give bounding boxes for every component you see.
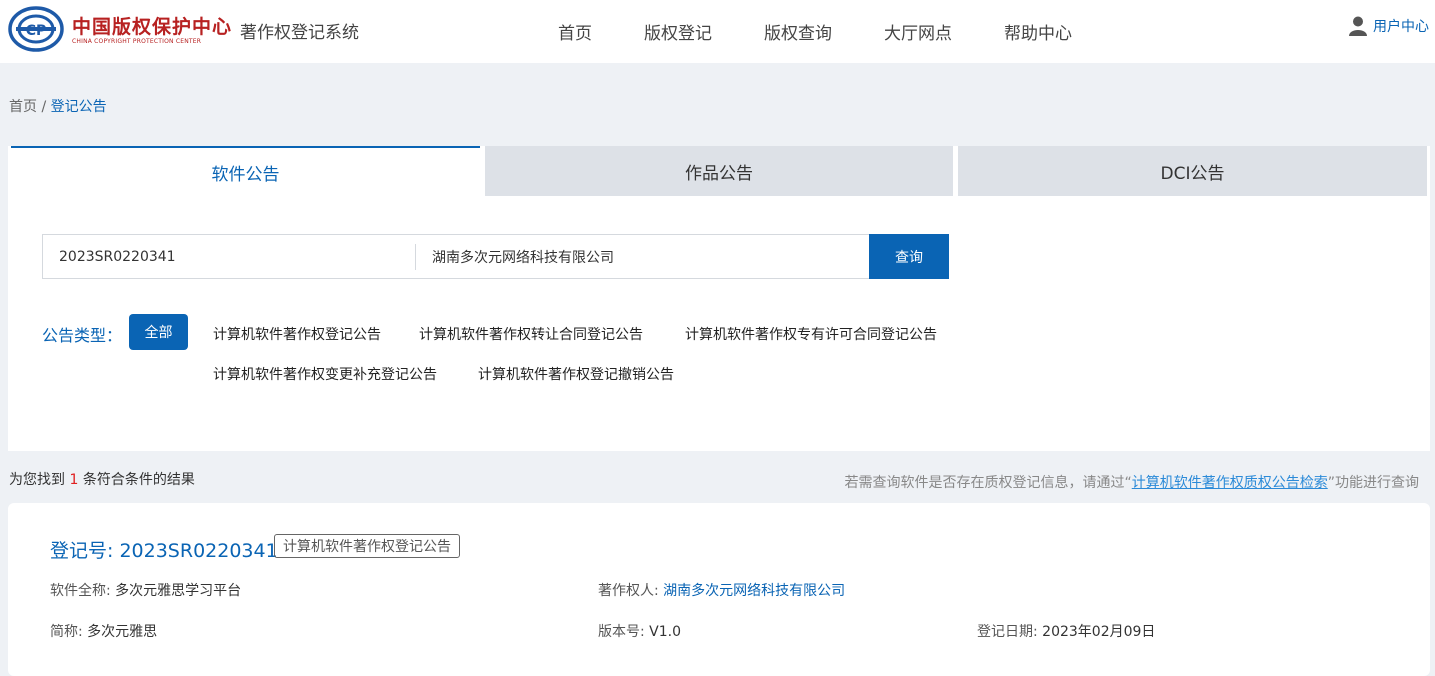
nav-service-halls[interactable]: 大厅网点 bbox=[884, 19, 952, 44]
result-count: 1 bbox=[69, 472, 79, 488]
short-name-label: 简称: bbox=[50, 624, 88, 640]
query-button[interactable]: 查询 bbox=[869, 234, 949, 279]
top-header: CP 中国版权保护中心 CHINA COPYRIGHT PROTECTION C… bbox=[0, 0, 1435, 63]
result-summary: 为您找到 1 条符合条件的结果 bbox=[9, 469, 195, 489]
nav-help-center[interactable]: 帮助中心 bbox=[1004, 19, 1072, 44]
owner-label: 著作权人: bbox=[598, 583, 664, 599]
hint-prefix: 若需查询软件是否存在质权登记信息，请通过“ bbox=[844, 475, 1132, 491]
filter-change-supplement[interactable]: 计算机软件著作权变更补充登记公告 bbox=[213, 364, 437, 384]
filter-exclusive-license[interactable]: 计算机软件著作权专有许可合同登记公告 bbox=[685, 324, 937, 344]
copyright-owner: 著作权人: 湖南多次元网络科技有限公司 bbox=[598, 580, 845, 600]
nav-home[interactable]: 首页 bbox=[558, 19, 592, 44]
breadcrumb: 首页 / 登记公告 bbox=[9, 96, 107, 116]
version-label: 版本号: bbox=[598, 624, 650, 640]
nav-copyright-register[interactable]: 版权登记 bbox=[644, 19, 712, 44]
date-label: 登记日期: bbox=[977, 624, 1043, 640]
owner-link[interactable]: 湖南多次元网络科技有限公司 bbox=[663, 583, 845, 599]
summary-prefix: 为您找到 bbox=[9, 472, 65, 488]
registration-number-input[interactable] bbox=[43, 235, 415, 278]
breadcrumb-current: 登记公告 bbox=[50, 99, 107, 115]
version-number: 版本号: V1.0 bbox=[598, 621, 681, 641]
copyright-owner-input[interactable] bbox=[416, 235, 856, 278]
announcement-type-tag: 计算机软件著作权登记公告 bbox=[274, 534, 460, 558]
reg-number: 2023SR0220341 bbox=[119, 540, 278, 562]
filter-revocation[interactable]: 计算机软件著作权登记撤销公告 bbox=[478, 364, 674, 384]
logo-chinese-name: 中国版权保护中心 bbox=[72, 16, 233, 38]
pledge-announcement-search-link[interactable]: 计算机软件著作权质权公告检索 bbox=[1132, 475, 1328, 491]
user-center-label: 用户中心 bbox=[1373, 19, 1429, 35]
reg-label: 登记号: bbox=[50, 540, 120, 562]
system-name: 著作权登记系统 bbox=[240, 23, 359, 43]
ccpc-logo-icon[interactable]: CP bbox=[8, 6, 64, 52]
filter-transfer-contract[interactable]: 计算机软件著作权转让合同登记公告 bbox=[419, 324, 643, 344]
full-name-label: 软件全称: bbox=[50, 583, 116, 599]
short-name-value: 多次元雅思 bbox=[87, 624, 158, 640]
search-panel: 软件公告 作品公告 DCI公告 查询 公告类型： 全部 计算机软件著作权登记公告… bbox=[8, 146, 1430, 451]
logo-english-name: CHINA COPYRIGHT PROTECTION CENTER bbox=[72, 38, 202, 45]
user-center-link[interactable]: 用户中心 bbox=[1349, 16, 1429, 36]
software-full-name: 软件全称: 多次元雅思学习平台 bbox=[50, 580, 241, 600]
breadcrumb-home[interactable]: 首页 bbox=[9, 99, 37, 115]
tab-dci-announcement[interactable]: DCI公告 bbox=[958, 146, 1427, 196]
summary-suffix: 条符合条件的结果 bbox=[82, 472, 195, 488]
registration-number-title[interactable]: 登记号: 2023SR0220341 bbox=[50, 536, 278, 563]
full-name-value: 多次元雅思学习平台 bbox=[115, 583, 242, 599]
filter-registration[interactable]: 计算机软件著作权登记公告 bbox=[213, 324, 381, 344]
pledge-query-hint: 若需查询软件是否存在质权登记信息，请通过“计算机软件著作权质权公告检索”功能进行… bbox=[844, 472, 1419, 492]
version-value: V1.0 bbox=[649, 624, 682, 640]
breadcrumb-separator: / bbox=[41, 99, 47, 115]
registration-date: 登记日期: 2023年02月09日 bbox=[977, 621, 1155, 641]
announcement-type-label: 公告类型： bbox=[42, 326, 123, 345]
user-icon bbox=[1349, 16, 1367, 36]
svg-text:CP: CP bbox=[26, 23, 47, 39]
result-card: 登记号: 2023SR0220341 计算机软件著作权登记公告 软件全称: 多次… bbox=[8, 503, 1430, 676]
date-value: 2023年02月09日 bbox=[1042, 624, 1156, 640]
hint-suffix: ”功能进行查询 bbox=[1327, 475, 1419, 491]
tab-works-announcement[interactable]: 作品公告 bbox=[485, 146, 953, 196]
tab-software-announcement[interactable]: 软件公告 bbox=[11, 146, 480, 196]
software-short-name: 简称: 多次元雅思 bbox=[50, 621, 157, 641]
search-bar: 查询 bbox=[42, 234, 949, 279]
nav-copyright-query[interactable]: 版权查询 bbox=[764, 19, 832, 44]
filter-all-button[interactable]: 全部 bbox=[129, 314, 188, 350]
